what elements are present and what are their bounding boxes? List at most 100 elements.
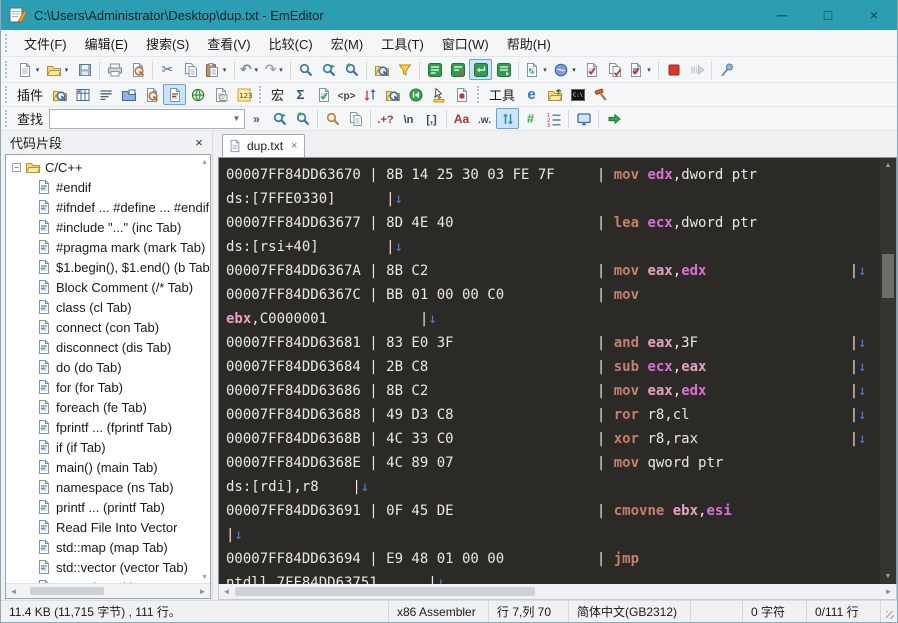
tool-customize-button[interactable] xyxy=(589,84,612,105)
plugin-insert-numbering-button[interactable]: 123 xyxy=(232,84,255,105)
menu-macros[interactable]: 宏(M) xyxy=(322,30,373,57)
paste-dropdown-icon[interactable]: ▾ xyxy=(220,66,229,74)
undo-button[interactable]: ↶ ▾ xyxy=(238,59,263,80)
open-file-dropdown-icon[interactable]: ▾ xyxy=(62,66,71,74)
status-char-count[interactable]: 0 字符 xyxy=(743,601,807,622)
macro-markup-button[interactable]: <p> xyxy=(335,84,358,105)
vscroll-thumb[interactable] xyxy=(882,254,894,298)
tree-item[interactable]: class (cl Tab) xyxy=(8,297,210,317)
macro-run-check-button[interactable] xyxy=(312,84,335,105)
snippets-button[interactable]: ▾ xyxy=(551,59,580,80)
macro-select-cursor-button[interactable] xyxy=(427,84,450,105)
menu-view[interactable]: 查看(V) xyxy=(198,30,259,57)
copy-button[interactable] xyxy=(179,59,202,80)
tree-item[interactable]: foreach (fe Tab) xyxy=(8,397,210,417)
toolbar1-grip[interactable] xyxy=(5,60,10,79)
tree-item[interactable]: if (if Tab) xyxy=(8,437,210,457)
tree-horizontal-scrollbar[interactable]: ◄ ► xyxy=(6,583,210,598)
find-toolbar-grip[interactable] xyxy=(5,110,10,127)
status-line-count[interactable]: 0/111 行 xyxy=(807,601,881,622)
escape-seq-toggle-button[interactable]: \n xyxy=(397,108,420,129)
paste-button[interactable]: ▾ xyxy=(202,59,231,80)
tree-item[interactable]: do (do Tab) xyxy=(8,357,210,377)
tree-item[interactable]: #pragma mark (mark Tab) xyxy=(8,237,210,257)
tree-hscroll-thumb[interactable] xyxy=(30,587,104,595)
new-file-dropdown-icon[interactable]: ▾ xyxy=(33,66,42,74)
status-cursor-position[interactable]: 行 7,列 70 xyxy=(489,601,569,622)
menu-search[interactable]: 搜索(S) xyxy=(137,30,198,57)
scroll-up-icon[interactable]: ▲ xyxy=(880,158,896,173)
find-combobox[interactable]: ▼ xyxy=(49,108,246,129)
tree-item[interactable]: $1.begin(), $1.end() (b Tab) xyxy=(8,257,210,277)
outline-dropdown-icon[interactable]: ▾ xyxy=(540,66,549,74)
wrap-by-window-button[interactable] xyxy=(469,59,493,80)
wrap-by-characters-button[interactable] xyxy=(446,59,469,80)
print-preview-button[interactable] xyxy=(126,59,149,80)
wrap-none-button[interactable] xyxy=(423,59,446,80)
cut-button[interactable]: ✂ xyxy=(156,59,179,80)
open-file-button[interactable]: ▾ xyxy=(44,59,73,80)
tree-item[interactable]: Block Comment (/* Tab) xyxy=(8,277,210,297)
tree-item[interactable]: for (for Tab) xyxy=(8,377,210,397)
toolbar2-grip-plugins[interactable] xyxy=(5,86,10,103)
undo-dropdown-icon[interactable]: ▾ xyxy=(252,66,261,74)
menu-compare[interactable]: 比较(C) xyxy=(260,30,322,57)
tree-item[interactable]: #include "..." (inc Tab) xyxy=(8,217,210,237)
find-in-files-button[interactable] xyxy=(340,59,363,80)
tree-item[interactable]: Read File Into Vector xyxy=(8,517,210,537)
tree-item[interactable]: #ifndef ... #define ... #endif xyxy=(8,197,210,217)
redo-button[interactable]: ↷ ▾ xyxy=(263,59,288,80)
scroll-down-icon[interactable]: ▼ xyxy=(880,569,896,584)
print-button[interactable] xyxy=(103,59,126,80)
find-button[interactable] xyxy=(294,59,317,80)
menu-grip[interactable] xyxy=(5,33,10,53)
plugin-word-complete-button[interactable] xyxy=(209,84,232,105)
plugin-explorer-button[interactable] xyxy=(48,84,71,105)
tree-item[interactable]: namespace (ns Tab) xyxy=(8,477,210,497)
macro-tidy-button[interactable] xyxy=(358,84,381,105)
outline-button[interactable]: ▾ xyxy=(522,59,551,80)
tool-open-folder-button[interactable] xyxy=(543,84,566,105)
plugin-snippets-button[interactable] xyxy=(163,84,187,105)
status-syntax-mode[interactable]: x86 Assembler xyxy=(389,601,489,622)
tab-close-icon[interactable]: × xyxy=(291,140,297,152)
focus-editor-button[interactable] xyxy=(602,108,625,129)
tree-scroll-right-icon[interactable]: ► xyxy=(195,587,210,596)
macro-back-button[interactable] xyxy=(404,84,427,105)
tree-item[interactable]: fprintf ... (fprintf Tab) xyxy=(8,417,210,437)
plugin-search-button[interactable] xyxy=(140,84,163,105)
status-encoding[interactable]: 简体中文(GB2312) xyxy=(569,601,691,622)
plugin-html-bar-button[interactable] xyxy=(71,84,94,105)
menu-tools[interactable]: 工具(T) xyxy=(372,30,433,57)
tab-dup-txt[interactable]: dup.txt × xyxy=(222,134,306,157)
bookmark-lines-button[interactable]: 123 xyxy=(542,108,565,129)
search-direction-toggle-button[interactable] xyxy=(496,108,520,129)
more-options-button[interactable]: » xyxy=(245,108,268,129)
macro-open-folder-button[interactable] xyxy=(381,84,404,105)
match-case-toggle-button[interactable]: Aa xyxy=(450,108,473,129)
tree-scroll-down-icon[interactable]: ▼ xyxy=(201,574,208,581)
resize-grip[interactable] xyxy=(881,601,897,622)
find-input[interactable] xyxy=(50,110,230,127)
new-file-button[interactable]: ▾ xyxy=(15,59,44,80)
display-options-button[interactable] xyxy=(572,108,595,129)
stop-button[interactable] xyxy=(662,59,685,80)
combo-dropdown-icon[interactable]: ▼ xyxy=(229,114,244,123)
menu-window[interactable]: 窗口(W) xyxy=(433,30,498,57)
editor-horizontal-scrollbar[interactable]: ◄ ► xyxy=(218,584,897,600)
editor-scroll-right-icon[interactable]: ► xyxy=(881,587,896,596)
minimize-button[interactable]: ─ xyxy=(759,0,805,30)
tree-root-cpp[interactable]: − C/C++ xyxy=(8,157,210,177)
macro-sigma-button[interactable]: Σ xyxy=(289,84,312,105)
collapse-icon[interactable]: − xyxy=(12,162,21,172)
close-button[interactable]: × xyxy=(851,0,897,30)
explorer-find-button[interactable] xyxy=(370,59,393,80)
whole-word-toggle-button[interactable]: .w. xyxy=(473,108,496,129)
tree-item[interactable]: #endif xyxy=(8,177,210,197)
tool-command-prompt-button[interactable]: C:\ xyxy=(566,84,589,105)
run-macro-button[interactable] xyxy=(603,59,626,80)
toolbar2-grip-tools[interactable] xyxy=(477,86,482,103)
menu-file[interactable]: 文件(F) xyxy=(15,30,76,57)
snippets-tree[interactable]: ▲ ▼ − C/C++ #endif #ifndef ... #define ... … xyxy=(6,155,210,583)
number-range-toggle-button[interactable]: [,] xyxy=(420,108,443,129)
